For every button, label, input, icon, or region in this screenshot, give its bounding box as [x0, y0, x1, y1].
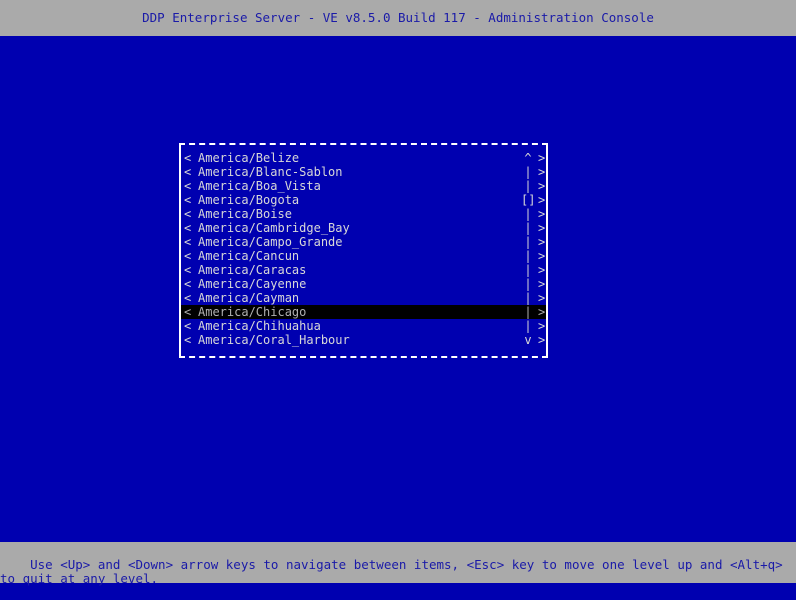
list-item-label: America/Cayman	[198, 291, 300, 305]
list-item[interactable]: < America/Boise | >	[181, 207, 546, 221]
chevron-right-icon[interactable]: >	[538, 165, 545, 179]
scrollbar-mark[interactable]: |	[521, 235, 535, 249]
list-item[interactable]: < America/Bogota [] >	[181, 193, 546, 207]
list-item-label: America/Chicago	[198, 305, 307, 319]
scrollbar-mark[interactable]: []	[521, 193, 535, 207]
list-item[interactable]: < America/Cancun | >	[181, 249, 546, 263]
scrollbar-mark[interactable]: |	[521, 207, 535, 221]
listbox-border-top	[179, 143, 548, 145]
list-item-label: America/Belize	[198, 151, 300, 165]
scrollbar-mark[interactable]: |	[521, 263, 535, 277]
list-item[interactable]: < America/Chihuahua | >	[181, 319, 546, 333]
list-item-label: America/Boa_Vista	[198, 179, 321, 193]
scrollbar-mark[interactable]: |	[521, 221, 535, 235]
window-title-bar: DDP Enterprise Server - VE v8.5.0 Build …	[0, 0, 796, 36]
list-item-label: America/Cambridge_Bay	[198, 221, 350, 235]
timezone-list: < America/Belize ^ > < America/Blanc-Sablon | >…	[181, 151, 546, 347]
list-item-label: America/Caracas	[198, 263, 307, 277]
chevron-left-icon[interactable]: <	[184, 319, 191, 333]
list-item-label: America/Campo_Grande	[198, 235, 343, 249]
chevron-left-icon[interactable]: <	[184, 333, 191, 347]
status-bar-text: Use <Up> and <Down> arrow keys to naviga…	[0, 557, 791, 586]
chevron-right-icon[interactable]: >	[538, 305, 545, 319]
list-item[interactable]: < America/Caracas | >	[181, 263, 546, 277]
scrollbar-mark[interactable]: |	[521, 291, 535, 305]
chevron-left-icon[interactable]: <	[184, 165, 191, 179]
scrollbar-mark[interactable]: ^	[521, 151, 535, 165]
list-item-label: America/Cayenne	[198, 277, 307, 291]
chevron-right-icon[interactable]: >	[538, 207, 545, 221]
chevron-left-icon[interactable]: <	[184, 263, 191, 277]
chevron-left-icon[interactable]: <	[184, 291, 191, 305]
status-bar: Use <Up> and <Down> arrow keys to naviga…	[0, 542, 796, 586]
list-item-label: America/Boise	[198, 207, 292, 221]
list-item-label: America/Cancun	[198, 249, 300, 263]
scrollbar-mark[interactable]: |	[521, 305, 535, 319]
chevron-left-icon[interactable]: <	[184, 179, 191, 193]
chevron-left-icon[interactable]: <	[184, 277, 191, 291]
chevron-left-icon[interactable]: <	[184, 249, 191, 263]
chevron-right-icon[interactable]: >	[538, 263, 545, 277]
chevron-right-icon[interactable]: >	[538, 333, 545, 347]
list-item-label: America/Coral_Harbour	[198, 333, 350, 347]
list-item-label: America/Bogota	[198, 193, 300, 207]
list-item[interactable]: < America/Cayenne | >	[181, 277, 546, 291]
chevron-right-icon[interactable]: >	[538, 179, 545, 193]
page-title: DDP Enterprise Server - VE v8.5.0 Build …	[142, 10, 654, 25]
list-item[interactable]: < America/Chicago | >	[181, 305, 546, 319]
chevron-left-icon[interactable]: <	[184, 151, 191, 165]
chevron-right-icon[interactable]: >	[538, 221, 545, 235]
listbox-border-bottom	[179, 356, 548, 358]
list-item[interactable]: < America/Belize ^ >	[181, 151, 546, 165]
chevron-right-icon[interactable]: >	[538, 319, 545, 333]
scrollbar-mark[interactable]: |	[521, 165, 535, 179]
chevron-left-icon[interactable]: <	[184, 235, 191, 249]
chevron-right-icon[interactable]: >	[538, 151, 545, 165]
list-item[interactable]: < America/Campo_Grande | >	[181, 235, 546, 249]
list-item-label: America/Blanc-Sablon	[198, 165, 343, 179]
chevron-left-icon[interactable]: <	[184, 207, 191, 221]
list-item[interactable]: < America/Cambridge_Bay | >	[181, 221, 546, 235]
list-item[interactable]: < America/Blanc-Sablon | >	[181, 165, 546, 179]
timezone-list-box[interactable]: < America/Belize ^ > < America/Blanc-Sablon | >…	[179, 143, 548, 358]
listbox-border-right	[546, 143, 548, 358]
chevron-left-icon[interactable]: <	[184, 193, 191, 207]
chevron-right-icon[interactable]: >	[538, 249, 545, 263]
list-item[interactable]: < America/Cayman | >	[181, 291, 546, 305]
chevron-left-icon[interactable]: <	[184, 305, 191, 319]
list-item[interactable]: < America/Boa_Vista | >	[181, 179, 546, 193]
scrollbar-mark[interactable]: |	[521, 179, 535, 193]
chevron-right-icon[interactable]: >	[538, 277, 545, 291]
scrollbar-mark[interactable]: v	[521, 333, 535, 347]
chevron-right-icon[interactable]: >	[538, 193, 545, 207]
list-item[interactable]: < America/Coral_Harbour v >	[181, 333, 546, 347]
scrollbar-mark[interactable]: |	[521, 249, 535, 263]
chevron-left-icon[interactable]: <	[184, 221, 191, 235]
chevron-right-icon[interactable]: >	[538, 291, 545, 305]
terminal-screen: DDP Enterprise Server - VE v8.5.0 Build …	[0, 0, 796, 586]
scrollbar-mark[interactable]: |	[521, 319, 535, 333]
scrollbar-mark[interactable]: |	[521, 277, 535, 291]
chevron-right-icon[interactable]: >	[538, 235, 545, 249]
list-item-label: America/Chihuahua	[198, 319, 321, 333]
